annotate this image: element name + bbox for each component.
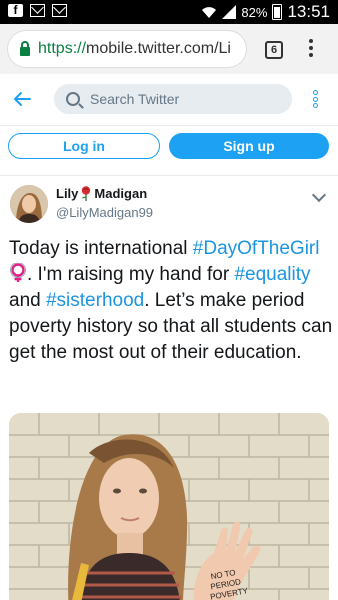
facebook-icon: f bbox=[8, 4, 23, 17]
browser-menu-icon[interactable] bbox=[308, 39, 314, 59]
display-name-last: Madigan bbox=[94, 186, 148, 201]
search-placeholder: Search Twitter bbox=[90, 91, 180, 107]
url-scheme: https:// bbox=[38, 40, 87, 57]
clock: 13:51 bbox=[287, 2, 330, 21]
tweet: Lily Madigan @LilyMadigan99 Today is int… bbox=[0, 176, 338, 600]
battery-icon bbox=[272, 4, 283, 20]
lock-icon bbox=[20, 40, 30, 56]
hashtag-dayofthegirl[interactable]: #DayOfTheGirl bbox=[193, 238, 320, 259]
search-input[interactable]: Search Twitter bbox=[54, 84, 292, 114]
more-options-icon[interactable] bbox=[313, 90, 319, 110]
wifi-icon bbox=[202, 7, 217, 18]
status-bar: f 82% 13:51 bbox=[0, 0, 338, 24]
login-button[interactable]: Log in bbox=[8, 133, 160, 159]
display-name[interactable]: Lily Madigan bbox=[56, 186, 147, 201]
hashtag-equality[interactable]: #equality bbox=[234, 264, 310, 285]
chevron-down-icon[interactable] bbox=[311, 187, 327, 203]
address-bar[interactable]: https://mobile.twitter.com/Li bbox=[8, 31, 246, 67]
twitter-header: Search Twitter bbox=[0, 74, 338, 126]
tab-switcher-button[interactable]: 6 bbox=[265, 41, 283, 59]
status-right: 82% 13:51 bbox=[201, 2, 330, 22]
mail-icon bbox=[30, 4, 45, 17]
notification-icons: f bbox=[8, 4, 67, 17]
display-name-first: Lily bbox=[56, 186, 79, 201]
browser-toolbar: https://mobile.twitter.com/Li 6 bbox=[0, 24, 338, 74]
tweet-text-part: . I'm raising my hand for bbox=[27, 264, 235, 285]
signal-icon bbox=[222, 5, 237, 19]
rose-icon bbox=[82, 186, 91, 201]
tweet-text-part: and bbox=[9, 290, 46, 311]
url-text[interactable]: https://mobile.twitter.com/Li bbox=[38, 40, 231, 58]
battery-percent: 82% bbox=[241, 4, 268, 20]
auth-bar: Log in Sign up bbox=[0, 126, 338, 176]
search-icon bbox=[66, 92, 80, 106]
mail-icon bbox=[52, 4, 67, 17]
url-host: mobile.twitter.com/Li bbox=[86, 40, 231, 57]
venus-icon bbox=[10, 263, 26, 282]
avatar[interactable] bbox=[10, 185, 48, 223]
hashtag-sisterhood[interactable]: #sisterhood bbox=[46, 290, 144, 311]
signup-button[interactable]: Sign up bbox=[169, 133, 329, 159]
user-handle[interactable]: @LilyMadigan99 bbox=[56, 205, 153, 220]
tweet-text: Today is international #DayOfTheGirl . I'… bbox=[9, 236, 335, 366]
tweet-image[interactable]: NO TO PERIOD POVERTY bbox=[9, 413, 329, 600]
tweet-text-part: Today is international bbox=[9, 238, 193, 259]
back-arrow-icon[interactable] bbox=[12, 89, 32, 109]
